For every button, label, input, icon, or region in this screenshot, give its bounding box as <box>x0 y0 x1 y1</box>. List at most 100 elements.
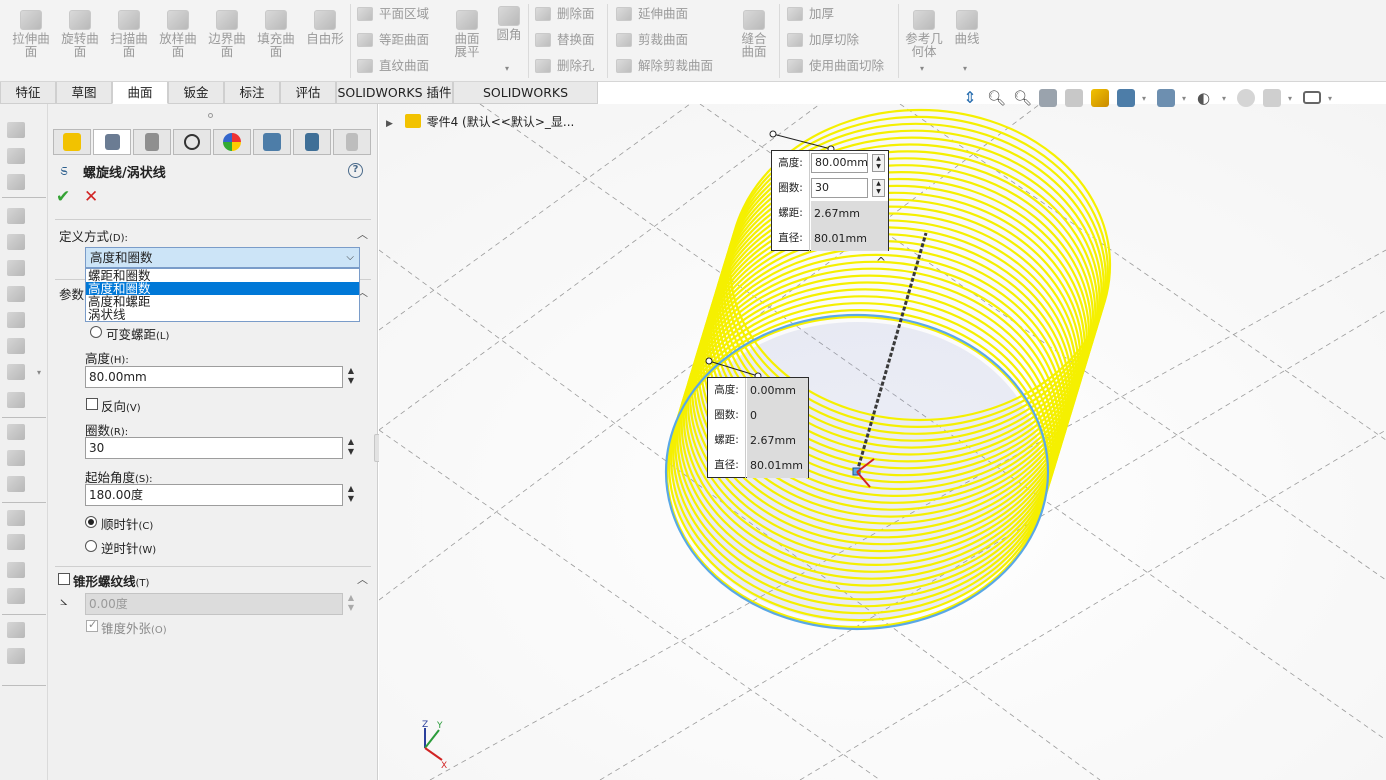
extend-surface-button[interactable]: 延伸曲面 <box>614 4 688 24</box>
toolbar-icon[interactable] <box>7 312 25 328</box>
toolbar-icon[interactable] <box>7 122 25 138</box>
toolbar-icon[interactable] <box>7 286 25 302</box>
surface-flatten-button[interactable]: 曲面展平 <box>443 10 491 58</box>
definition-section-title[interactable]: 定义方式(D): <box>59 226 128 245</box>
tab-simulation-manager[interactable] <box>293 129 331 155</box>
start-angle-input[interactable]: 180.00度 <box>85 484 343 506</box>
delete-hole-button[interactable]: 删除孔 <box>533 56 595 76</box>
zoom-to-fit-icon[interactable]: ⇕ <box>961 89 979 107</box>
callout-height-input[interactable]: 80.00mm <box>811 153 868 173</box>
lofted-surface-button[interactable]: 放样曲面 <box>154 10 202 58</box>
toolbar-icon[interactable] <box>7 424 25 440</box>
reverse-direction-checkbox[interactable] <box>86 398 98 410</box>
toolbar-icon[interactable] <box>7 588 25 604</box>
tab-features[interactable]: 特征 <box>0 82 56 104</box>
filled-surface-button[interactable]: 填充曲面 <box>252 10 300 58</box>
chevron-up-icon[interactable]: ^ <box>876 255 886 269</box>
toolbar-icon[interactable] <box>7 174 25 190</box>
toolbar-icon[interactable] <box>7 534 25 550</box>
revolutions-spinner[interactable]: ▲ ▼ <box>346 437 356 459</box>
tab-feature-manager[interactable] <box>53 129 91 155</box>
taper-outward-checkbox[interactable] <box>86 618 98 632</box>
toolbar-icon[interactable] <box>7 208 25 224</box>
height-spinner[interactable]: ▲ ▼ <box>346 366 356 388</box>
tab-sketch[interactable]: 草图 <box>56 82 112 104</box>
toolbar-icon[interactable] <box>7 148 25 164</box>
callout-revolutions-spinner[interactable]: ▲ ▼ <box>872 179 885 197</box>
tab-evaluate[interactable]: 评估 <box>280 82 336 104</box>
curves-button[interactable]: 曲线 <box>946 10 988 45</box>
reference-geometry-dropdown-icon[interactable]: ▾ <box>920 64 924 73</box>
untrim-surface-button[interactable]: 解除剪裁曲面 <box>614 56 713 76</box>
view-settings-dropdown-icon[interactable]: ▾ <box>1288 94 1292 103</box>
defined-by-dropdown[interactable]: 高度和圈数 ⌵ <box>85 247 360 268</box>
toolbar-icon[interactable] <box>7 260 25 276</box>
display-pane-icon[interactable] <box>1303 91 1321 104</box>
edit-appearance-icon[interactable]: ◐ <box>1197 89 1215 107</box>
option-height-and-pitch[interactable]: 高度和螺距 <box>86 295 359 308</box>
tab-solidworks-addins[interactable]: SOLIDWORKS 插件 <box>336 82 453 104</box>
tab-flow-manager[interactable] <box>333 129 371 155</box>
help-icon[interactable]: ? <box>348 163 363 178</box>
height-input[interactable]: 80.00mm <box>85 366 343 388</box>
counterclockwise-radio[interactable] <box>85 540 97 552</box>
toolbar-icon[interactable] <box>7 622 25 638</box>
dynamic-annotation-icon[interactable] <box>1065 89 1083 107</box>
thickened-cut-button[interactable]: 加厚切除 <box>785 30 859 50</box>
expand-arrow-icon[interactable]: ▶ <box>386 119 393 129</box>
revolved-surface-button[interactable]: 旋转曲面 <box>56 10 104 58</box>
tab-dimxpert-manager[interactable] <box>173 129 211 155</box>
extruded-surface-button[interactable]: 拉伸曲面 <box>7 10 55 58</box>
tapered-helix-checkbox[interactable] <box>58 573 70 585</box>
hide-show-dropdown-icon[interactable]: ▾ <box>1182 94 1186 103</box>
tab-property-manager[interactable] <box>93 129 131 155</box>
hide-show-items-icon[interactable] <box>1157 89 1175 107</box>
fillet-button[interactable]: 圆角 <box>490 6 528 41</box>
reference-geometry-button[interactable]: 参考几何体 <box>902 10 946 58</box>
replace-face-button[interactable]: 替换面 <box>533 30 595 50</box>
display-pane-dropdown-icon[interactable]: ▾ <box>1328 94 1332 103</box>
offset-surface-button[interactable]: 等距曲面 <box>355 30 429 50</box>
toolbar-icon[interactable] <box>7 364 25 380</box>
feature-tree-flyout[interactable]: ▶ 零件4 (默认<<默认>_显... <box>386 113 574 130</box>
toolbar-icon[interactable] <box>7 338 25 354</box>
toolbar-icon[interactable] <box>7 392 25 408</box>
toolbar-icon[interactable] <box>7 510 25 526</box>
tab-configuration-manager[interactable] <box>133 129 171 155</box>
ok-button[interactable]: ✔ <box>56 187 70 207</box>
panel-grip-icon[interactable] <box>208 113 213 118</box>
ruled-surface-button[interactable]: 直纹曲面 <box>355 56 429 76</box>
parameters-section-title[interactable]: 参数 <box>59 284 84 303</box>
tab-display-manager[interactable] <box>213 129 251 155</box>
option-spiral[interactable]: 涡状线 <box>86 308 359 321</box>
swept-surface-button[interactable]: 扫描曲面 <box>105 10 153 58</box>
tab-sheet-metal[interactable]: 钣金 <box>168 82 224 104</box>
view-settings-icon[interactable] <box>1263 89 1281 107</box>
trim-surface-button[interactable]: 剪裁曲面 <box>614 30 688 50</box>
knit-surface-button[interactable]: 缝合曲面 <box>730 10 778 58</box>
delete-face-button[interactable]: 删除面 <box>533 4 595 24</box>
display-style-icon[interactable] <box>1117 89 1135 107</box>
tab-solidworks-inspection[interactable]: SOLIDWORKS Inspection <box>453 82 598 121</box>
toolbar-icon[interactable] <box>7 562 25 578</box>
clockwise-radio[interactable] <box>85 516 97 528</box>
taper-angle-spinner[interactable]: ▲ ▼ <box>346 593 356 615</box>
toolbar-icon[interactable] <box>7 450 25 466</box>
tab-markup[interactable]: 标注 <box>224 82 280 104</box>
cut-with-surface-button[interactable]: 使用曲面切除 <box>785 56 884 76</box>
previous-view-icon[interactable]: 🔍︎ <box>1013 89 1032 107</box>
toolbar-icon[interactable] <box>7 648 25 664</box>
section-view-icon[interactable] <box>1039 89 1057 107</box>
start-angle-spinner[interactable]: ▲ ▼ <box>346 484 356 506</box>
display-style-dropdown-icon[interactable]: ▾ <box>1142 94 1146 103</box>
appearance-dropdown-icon[interactable]: ▾ <box>1222 94 1226 103</box>
collapse-chevron-icon[interactable]: ︿ <box>357 571 368 587</box>
tab-surfaces[interactable]: 曲面 <box>112 82 168 104</box>
callout-revolutions-input[interactable]: 30 <box>811 178 868 198</box>
cancel-button[interactable]: ✕ <box>84 187 98 207</box>
revolutions-input[interactable]: 30 <box>85 437 343 459</box>
freeform-button[interactable]: 自由形 <box>301 10 349 45</box>
apply-scene-icon[interactable] <box>1237 89 1255 107</box>
curves-dropdown-icon[interactable]: ▾ <box>963 64 967 73</box>
fillet-dropdown-icon[interactable]: ▾ <box>505 64 509 73</box>
